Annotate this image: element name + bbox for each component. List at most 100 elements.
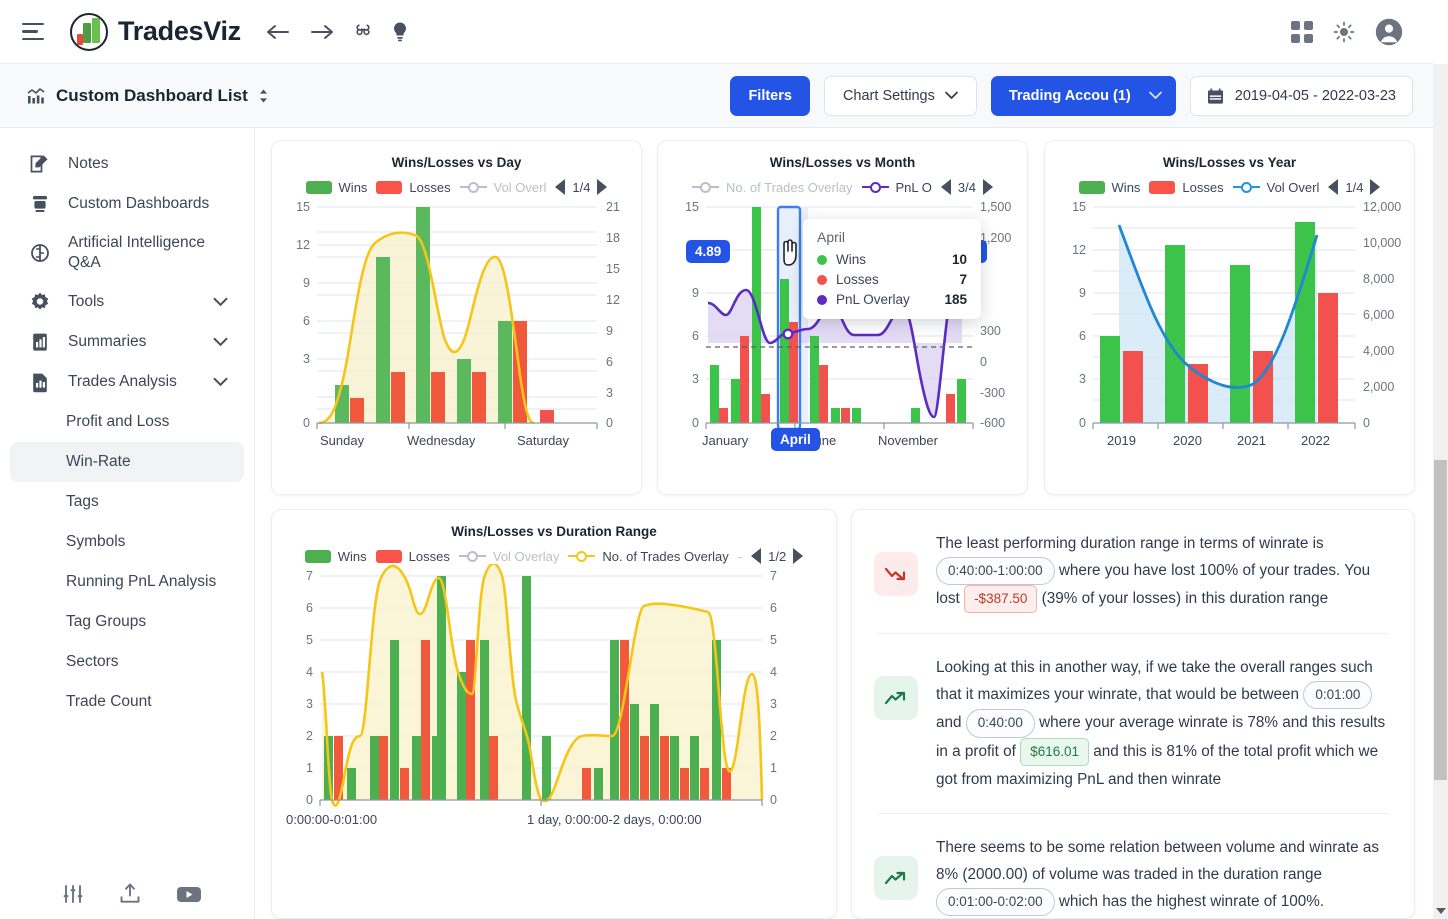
legend-swatch [304,549,331,563]
upload-icon[interactable] [118,883,142,905]
sidebar-item-profit-and-loss[interactable]: Profit and Loss [10,402,244,442]
sidebar-item-tags[interactable]: Tags [10,482,244,522]
chart-bars-icon [26,86,46,106]
pager-next-icon[interactable] [1370,179,1381,195]
theme-sun-icon[interactable] [1333,21,1355,43]
forward-arrow-icon[interactable] [309,22,335,42]
legend-item-vol-overlay[interactable]: Vol Overl [1232,180,1319,195]
pager-prev-icon[interactable] [555,179,566,195]
chevron-down-icon[interactable] [213,377,228,387]
svg-text:18: 18 [606,231,620,245]
legend-item-wins[interactable]: Wins [1078,180,1140,195]
sidebar-item-tag-groups[interactable]: Tag Groups [10,602,244,642]
legend-swatch [1149,180,1176,194]
filters-button[interactable]: Filters [730,75,810,116]
sidebar-item-trade-count[interactable]: Trade Count [10,682,244,722]
sidebar-item-summaries[interactable]: Summaries [10,322,244,362]
command-icon[interactable] [353,22,373,42]
legend-label: Losses [409,179,451,195]
sidebar-item-notes[interactable]: Notes [10,144,244,184]
date-range-picker[interactable]: 2019-04-05 - 2022-03-23 [1189,75,1413,116]
legend-line-swatch [1232,181,1260,193]
chart-title: Wins/Losses vs Year [1162,155,1297,170]
pager-prev-icon[interactable] [1328,179,1339,195]
tradesviz-logo-icon [70,12,108,51]
apps-grid-icon[interactable] [1291,20,1313,43]
legend-item-losses[interactable]: Losses [376,179,451,195]
trend-up-icon [874,676,918,721]
brand-logo[interactable]: TradesViz [70,12,241,51]
menu-icon[interactable] [22,19,48,45]
dashboard-list-selector[interactable]: Custom Dashboard List [26,86,269,106]
insight-text-part: (39% of your losses) in this duration ra… [1037,590,1329,608]
sidebar-item-sectors[interactable]: Sectors [10,642,244,682]
pager-prev-icon[interactable] [751,548,762,564]
pager-next-icon[interactable] [597,179,608,195]
left-sidebar: Notes Custom Dashboards Artificial Intel… [0,128,255,919]
chart-legend: Wins Losses Vol Overl 1/4 [1045,179,1414,195]
analysis-icon [28,371,52,393]
sidebar-footer-icons [0,883,254,905]
svg-text:7: 7 [770,569,777,583]
sliders-icon[interactable] [62,883,84,905]
legend-swatch [1078,180,1105,194]
tooltip-row-wins: Wins 10 [817,252,967,267]
svg-text:4: 4 [770,665,777,679]
svg-text:4,000: 4,000 [1363,344,1394,358]
svg-text:2: 2 [770,729,777,743]
scrollbar-thumb[interactable] [1434,460,1447,780]
legend-item-no-of-trades-overlay[interactable]: No. of Trades Overlay [692,180,853,195]
account-avatar-icon[interactable] [1375,18,1403,46]
svg-text:9: 9 [692,286,699,300]
chevron-down-icon[interactable] [213,297,228,307]
legend-swatch [376,180,403,194]
chart-settings-button[interactable]: Chart Settings [823,75,977,116]
sidebar-item-running-pnl-analysis[interactable]: Running PnL Analysis [10,562,244,602]
svg-text:0: 0 [770,793,777,807]
chart-legend: No. of Trades Overlay PnL O 3/4 [658,179,1027,195]
scroll-down-arrow-icon[interactable] [1436,908,1446,914]
legend-item-losses[interactable]: Losses [375,548,450,564]
pager-prev-icon[interactable] [940,179,951,195]
dashboard-list-label: Custom Dashboard List [56,85,248,105]
legend-item-no-of-trades-overlay[interactable]: No. of Trades Overlay [568,549,729,564]
tooltip-row-pnl-overlay: PnL Overlay 185 [817,292,967,307]
sidebar-item-tools[interactable]: Tools [10,282,244,322]
svg-text:6: 6 [303,314,310,328]
sort-updown-icon[interactable] [258,88,269,104]
chevron-down-icon[interactable] [213,337,228,347]
sidebar-item-trades-analysis[interactable]: Trades Analysis [10,362,244,402]
legend-item-pnl-overlay[interactable]: PnL O [861,180,932,195]
svg-text:12: 12 [296,238,310,252]
pager-next-icon[interactable] [793,548,804,564]
pager-value: 1/4 [1345,179,1364,195]
sidebar-item-ai-qa[interactable]: Artificial Intelligence Q&A [10,224,244,282]
sidebar-item-custom-dashboards[interactable]: Custom Dashboards [10,184,244,224]
insight-pill: 0:01:00-0:02:00 [936,888,1055,917]
svg-text:12: 12 [606,293,620,307]
legend-item-losses[interactable]: Losses [1149,180,1224,195]
trading-account-button[interactable]: Trading Accou (1) [990,75,1176,116]
svg-text:12,000: 12,000 [1363,200,1401,214]
legend-item-vol-overlay[interactable]: Vol Overlay [458,549,559,564]
pager-value: 3/4 [957,179,976,195]
youtube-icon[interactable] [176,885,202,904]
chart-plot-area: 15 12 9 6 3 0 21 18 15 12 9 6 3 0 Sunday [272,195,641,448]
x-tick-label: January [702,433,749,448]
page-scrollbar[interactable] [1433,0,1448,919]
legend-item-wins[interactable]: Wins [305,180,367,195]
back-arrow-icon[interactable] [265,22,291,42]
sidebar-item-symbols[interactable]: Symbols [10,522,244,562]
lightbulb-icon[interactable] [391,21,409,43]
insight-text-part: and [936,714,966,732]
legend-line-swatch [568,550,596,562]
dashboard-icon [28,193,52,215]
pager-next-icon[interactable] [982,179,993,195]
legend-item-wins[interactable]: Wins [304,549,367,564]
toolbar-actions: Filters Chart Settings Trading Accou (1)… [730,75,1413,116]
x-tick-label: 2019 [1107,433,1136,448]
legend-overflow-dash: - [737,548,743,564]
legend-item-vol-overlay[interactable]: Vol Overl [459,180,546,195]
sidebar-item-win-rate[interactable]: Win-Rate [10,442,244,483]
legend-label: Losses [408,548,450,564]
